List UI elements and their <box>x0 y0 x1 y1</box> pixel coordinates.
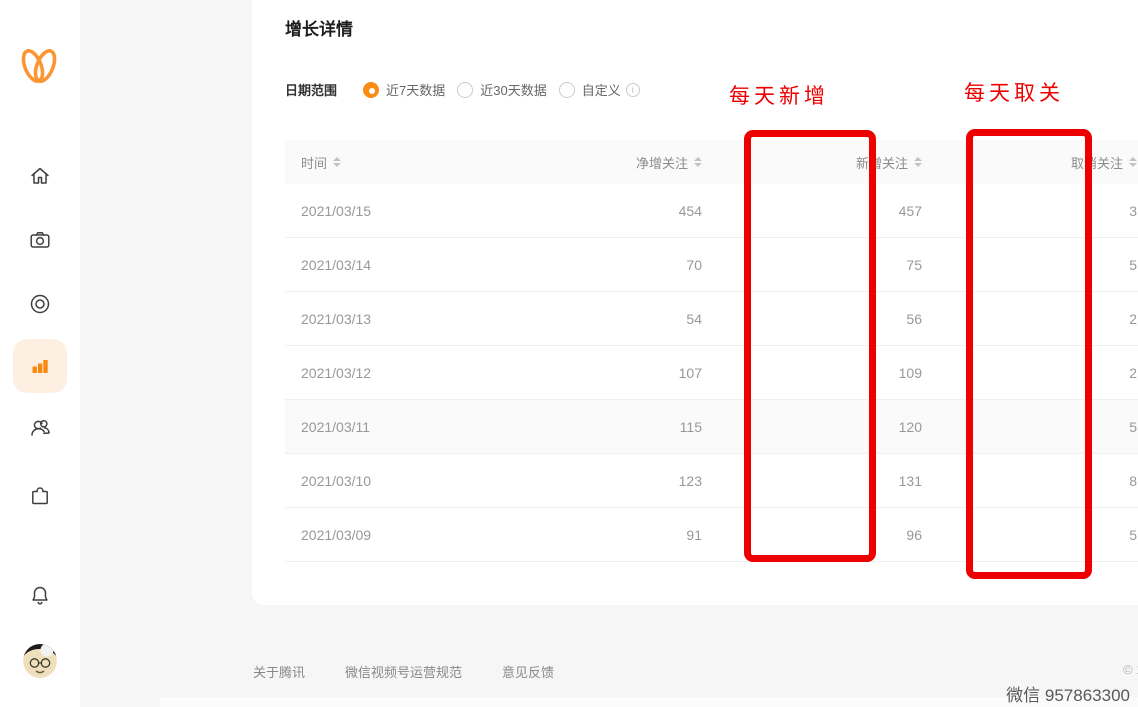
copyright-text: © 1998-2021 T <box>1123 662 1138 677</box>
radio-label: 近30天数据 <box>480 80 546 99</box>
sidebar <box>0 0 80 707</box>
sidebar-item-plugins[interactable] <box>0 469 80 523</box>
table-row-highlighted[interactable]: 2021/03/11 115 120 5 <box>285 400 1138 454</box>
table-row[interactable]: 2021/03/12 107 109 2 <box>285 346 1138 400</box>
table-row[interactable]: 2021/03/13 54 56 2 <box>285 292 1138 346</box>
radio-selected-icon[interactable] <box>363 82 379 98</box>
camera-icon <box>28 228 52 252</box>
annotation-daily-unfollow-label: 每天取关 <box>964 77 1064 107</box>
sidebar-item-channels[interactable] <box>0 277 80 331</box>
wechat-watermark: 微信 957863300 <box>1006 681 1130 706</box>
page-title: 增长详情 <box>285 15 353 40</box>
sort-icon[interactable] <box>694 157 702 167</box>
sidebar-item-analytics-active[interactable] <box>0 339 80 393</box>
wechat-channels-analytics-app: 增长详情 日期范围 近7天数据 近30天数据 自定义 i <box>0 0 1138 707</box>
growth-table: 时间 净增关注 新增关注 取消关注 <box>285 140 1138 562</box>
column-header-net-follow: 净增关注 <box>525 140 710 184</box>
sidebar-item-followers[interactable] <box>0 401 80 455</box>
sort-icon[interactable] <box>333 157 341 167</box>
radio-last-7-days[interactable]: 近7天数据 <box>363 80 445 99</box>
date-range-label: 日期范围 <box>285 80 337 99</box>
sort-icon[interactable] <box>1129 157 1137 167</box>
column-header-unfollow: 取消关注 <box>930 140 1138 184</box>
user-avatar[interactable] <box>23 644 57 678</box>
radio-unselected-icon[interactable] <box>457 82 473 98</box>
table-row[interactable]: 2021/03/09 91 96 5 <box>285 508 1138 562</box>
puzzle-icon <box>28 484 52 508</box>
annotation-daily-new-label: 每天新增 <box>729 80 829 110</box>
table-row[interactable]: 2021/03/10 123 131 8 <box>285 454 1138 508</box>
radio-last-30-days[interactable]: 近30天数据 <box>457 80 546 99</box>
bell-icon <box>28 583 52 607</box>
radio-label: 自定义 <box>582 80 621 99</box>
bottom-strip <box>160 697 1138 707</box>
target-icon <box>28 292 52 316</box>
sidebar-item-notifications[interactable] <box>0 568 80 622</box>
footer-link-feedback[interactable]: 意见反馈 <box>502 662 554 681</box>
bar-chart-icon <box>28 354 52 378</box>
footer-link-about-tencent[interactable]: 关于腾讯 <box>253 662 305 681</box>
date-range-control: 日期范围 近7天数据 近30天数据 自定义 i <box>285 80 652 99</box>
table-row[interactable]: 2021/03/14 70 75 5 <box>285 238 1138 292</box>
footer-link-channel-rules[interactable]: 微信视频号运营规范 <box>345 662 462 681</box>
radio-label: 近7天数据 <box>386 80 445 99</box>
column-header-time: 时间 <box>285 140 525 184</box>
radio-unselected-icon[interactable] <box>559 82 575 98</box>
column-header-new-follow: 新增关注 <box>710 140 930 184</box>
footer-links: 关于腾讯 微信视频号运营规范 意见反馈 <box>253 662 554 681</box>
people-icon <box>27 415 53 441</box>
sidebar-item-camera[interactable] <box>0 213 80 267</box>
info-icon[interactable]: i <box>626 83 640 97</box>
table-header-row: 时间 净增关注 新增关注 取消关注 <box>285 140 1138 184</box>
wechat-channels-logo-icon[interactable] <box>20 46 58 86</box>
radio-custom-range[interactable]: 自定义 i <box>559 80 640 99</box>
sort-icon[interactable] <box>914 157 922 167</box>
home-icon <box>28 164 52 188</box>
sidebar-item-home[interactable] <box>0 149 80 203</box>
table-row[interactable]: 2021/03/15 454 457 3 <box>285 184 1138 238</box>
